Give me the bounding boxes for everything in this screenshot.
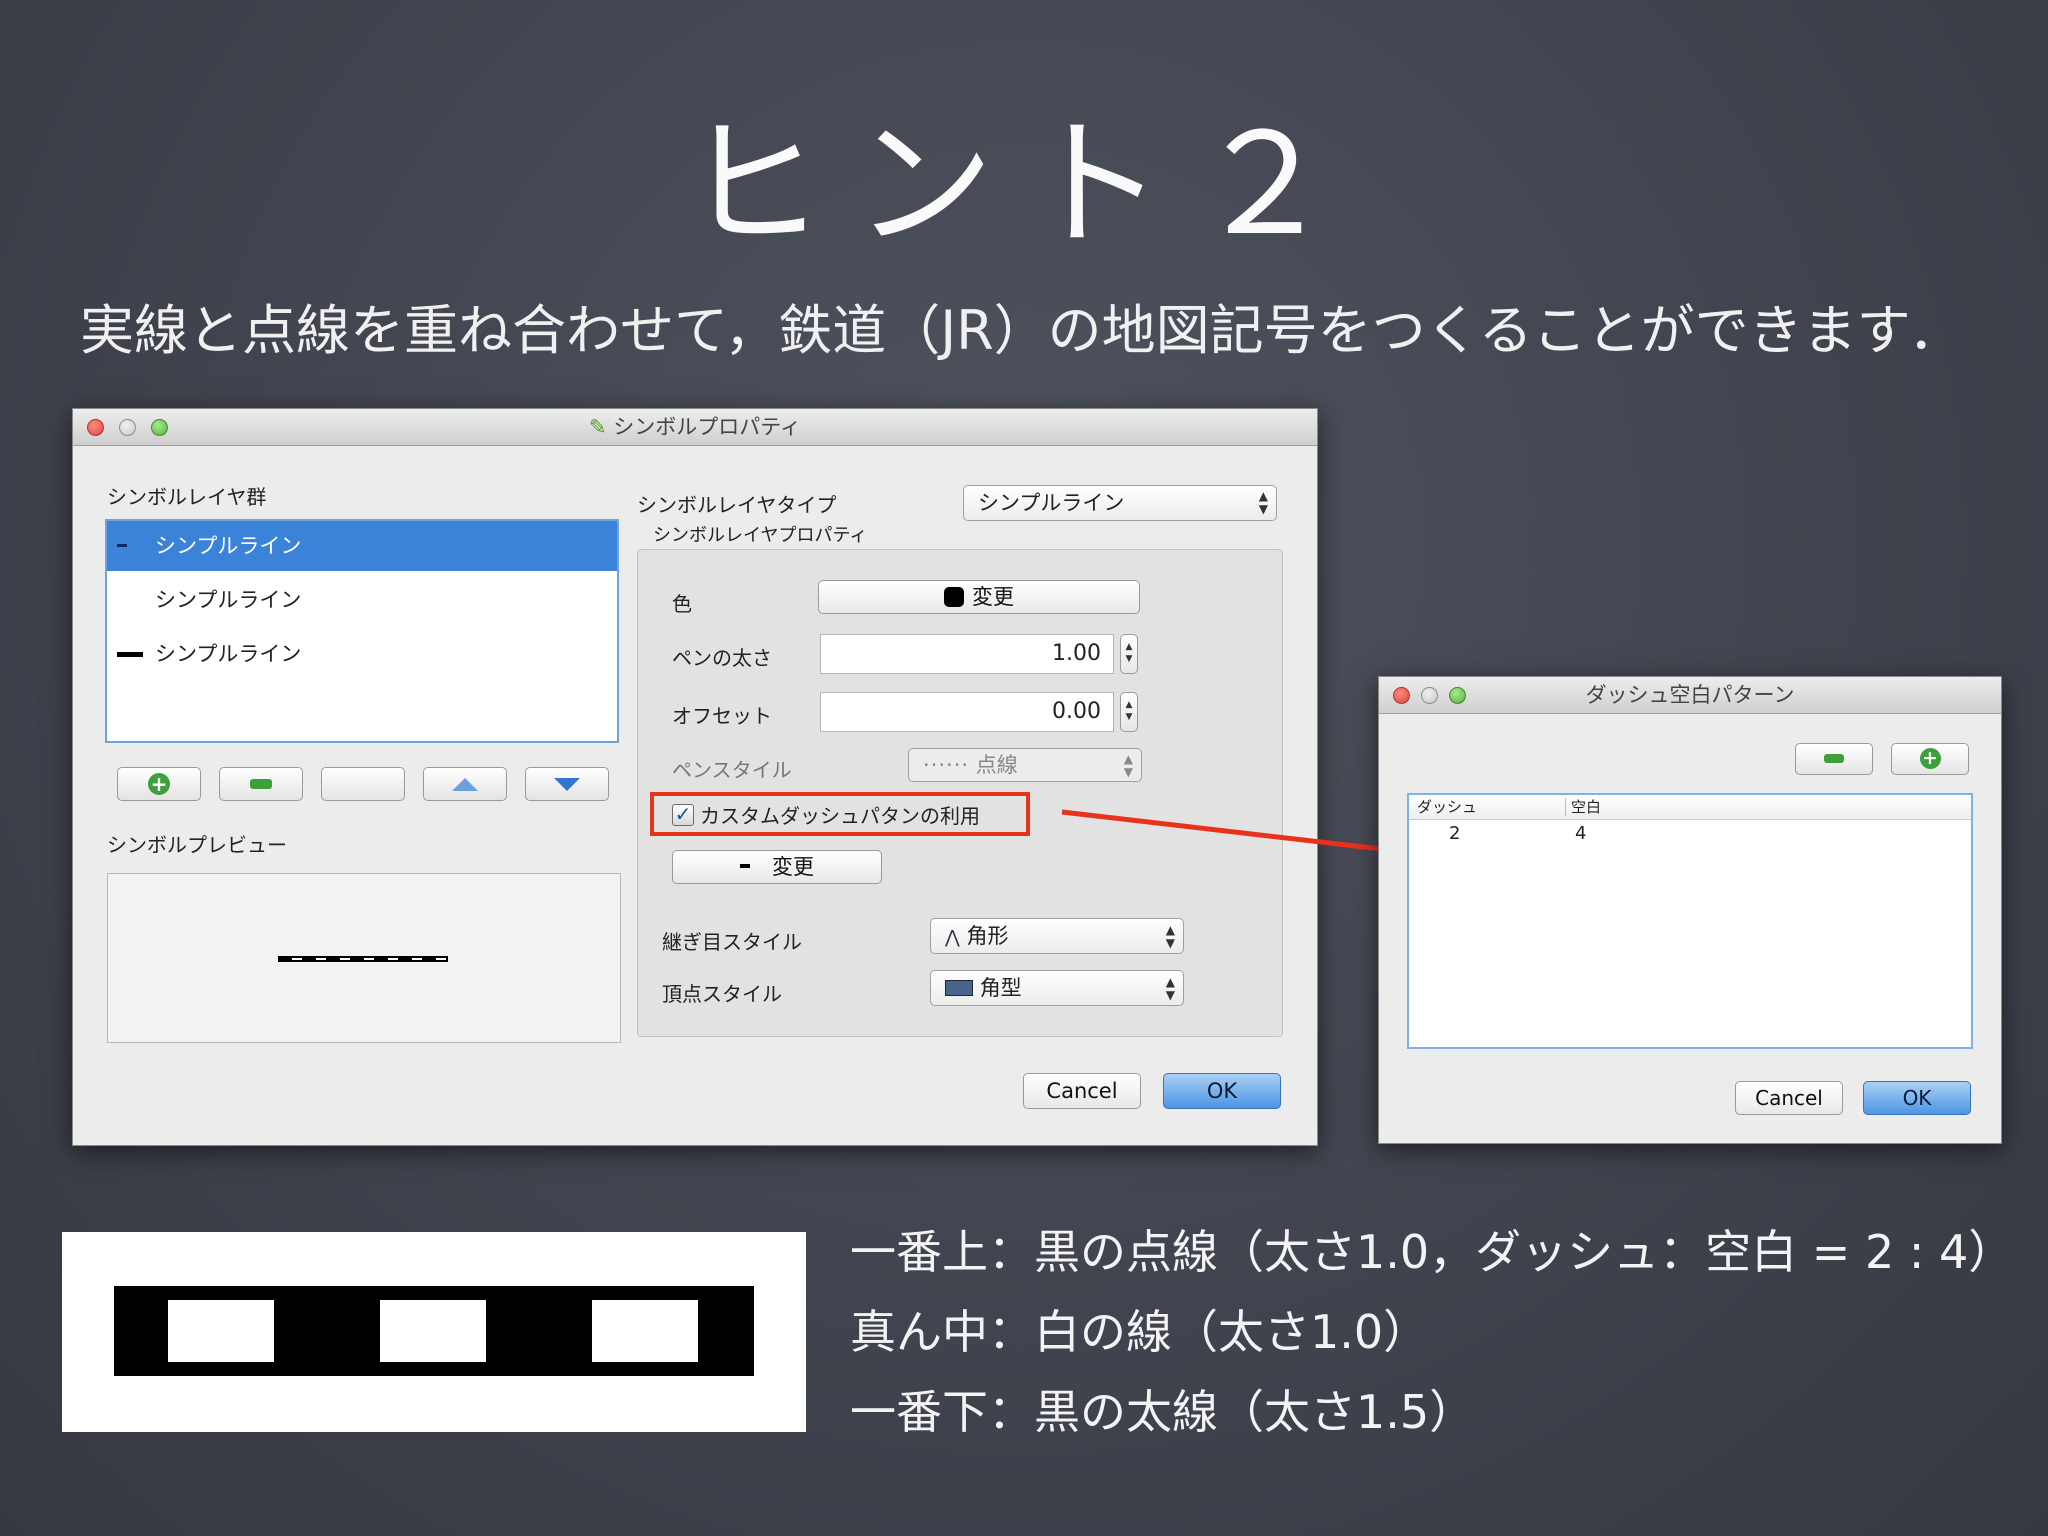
layer-properties-panel: 色 変更 ペンの太さ 1.00 ▲ ▼ オフセット 0.00 ▲ ▼ ペンスタイル …: [637, 549, 1283, 1037]
brush-icon: ✎: [588, 415, 607, 439]
preview-line-sample: [278, 956, 448, 962]
note-bottom-layer: 一番下：黒の太線（太さ1.5）: [850, 1385, 1476, 1439]
note-middle-layer: 真ん中：白の線（太さ1.0）: [850, 1305, 1430, 1359]
symbol-window-title: シンボルプロパティ: [613, 415, 802, 439]
ok-button[interactable]: OK: [1163, 1073, 1281, 1109]
move-down-button[interactable]: [525, 767, 609, 801]
zoom-window-button[interactable]: [151, 419, 168, 436]
join-style-label: 継ぎ目スタイル: [662, 930, 802, 954]
square-cap-icon: [945, 980, 973, 996]
line-sample-icon: [117, 652, 143, 657]
pen-width-field[interactable]: 1.00: [820, 634, 1114, 674]
color-swatch-icon: [944, 587, 964, 607]
cancel-button[interactable]: Cancel: [1735, 1081, 1843, 1115]
offset-field[interactable]: 0.00: [820, 692, 1114, 732]
table-row[interactable]: 2 4: [1409, 821, 1971, 847]
layer-list-item[interactable]: シンプルライン: [107, 629, 617, 679]
dash-value[interactable]: 2: [1449, 821, 1460, 847]
dash-pattern-window: ダッシュ空白パターン + ダッシュ 空白 2 4 Cancel OK: [1378, 676, 2002, 1144]
table-header: ダッシュ 空白: [1409, 795, 1971, 820]
layers-label: シンボルレイヤ群: [107, 485, 267, 509]
layer-props-label: シンボルレイヤプロパティ: [653, 525, 868, 546]
minimize-window-button[interactable]: [1421, 687, 1438, 704]
zoom-window-button[interactable]: [1449, 687, 1466, 704]
dash-window-titlebar: ダッシュ空白パターン: [1379, 677, 2001, 714]
layer-list-item[interactable]: シンプルライン: [107, 575, 617, 625]
color-label: 色: [672, 592, 692, 616]
symbol-window-titlebar: ✎ シンボルプロパティ: [73, 409, 1317, 446]
column-header-dash[interactable]: ダッシュ: [1417, 795, 1477, 819]
layer-list[interactable]: シンプルライン シンプルライン シンプルライン: [105, 519, 619, 743]
pointer-arrow: [1061, 809, 1416, 868]
space-value[interactable]: 4: [1575, 821, 1586, 847]
updown-icon: ▲ ▼: [1165, 923, 1175, 950]
layer-type-label: シンボルレイヤタイプ: [637, 493, 837, 517]
plus-icon: +: [148, 773, 170, 795]
updown-icon: ▲ ▼: [1123, 752, 1133, 779]
line-sample-icon: [117, 544, 127, 547]
pen-width-stepper[interactable]: ▲ ▼: [1120, 634, 1138, 674]
note-top-layer: 一番上：黒の点線（太さ1.0，ダッシュ：空白 = 2 : 4）: [850, 1225, 2015, 1279]
minus-icon: [1824, 754, 1844, 763]
dash-change-button[interactable]: 変更: [672, 850, 882, 884]
ok-button[interactable]: OK: [1863, 1081, 1971, 1115]
railway-symbol-sample: [62, 1232, 806, 1432]
arrow-down-icon: [554, 778, 580, 791]
layer-type-select[interactable]: シンプルライン ▲ ▼: [963, 485, 1277, 521]
arrow-up-icon: [452, 778, 478, 791]
dash-sample-icon: [740, 864, 750, 868]
dotted-line-icon: ······: [923, 753, 970, 777]
add-dash-button[interactable]: +: [1891, 743, 1969, 775]
color-change-button[interactable]: 変更: [818, 580, 1140, 614]
column-header-space[interactable]: 空白: [1571, 795, 1601, 819]
slide-title: ヒント２: [683, 104, 1364, 267]
updown-icon: ▲ ▼: [1165, 975, 1175, 1002]
slide-subtitle: 実線と点線を重ね合わせて，鉄道（JR）の地図記号をつくることができます．: [80, 299, 1963, 362]
lock-layer-button[interactable]: [321, 767, 405, 801]
custom-dash-checkbox[interactable]: ✓: [672, 804, 694, 826]
dash-window-title: ダッシュ空白パターン: [1585, 683, 1795, 707]
join-style-select[interactable]: ⋀ 角形 ▲ ▼: [930, 918, 1184, 954]
remove-dash-button[interactable]: [1795, 743, 1873, 775]
preview-label: シンボルプレビュー: [107, 833, 287, 857]
close-window-button[interactable]: [87, 419, 104, 436]
cancel-button[interactable]: Cancel: [1023, 1073, 1141, 1109]
pen-width-label: ペンの太さ: [672, 646, 772, 670]
add-layer-button[interactable]: +: [117, 767, 201, 801]
close-window-button[interactable]: [1393, 687, 1410, 704]
updown-icon: ▲ ▼: [1258, 489, 1268, 516]
offset-stepper[interactable]: ▲ ▼: [1120, 692, 1138, 732]
cap-style-select[interactable]: 角型 ▲ ▼: [930, 970, 1184, 1006]
pen-style-label: ペンスタイル: [672, 758, 792, 782]
symbol-properties-window: ✎ シンボルプロパティ シンボルレイヤ群 シンプルライン シンプルライン シンプ…: [72, 408, 1318, 1146]
pen-style-select[interactable]: ······ 点線 ▲ ▼: [908, 748, 1142, 782]
symbol-preview: [107, 873, 621, 1043]
plus-icon: +: [1919, 748, 1941, 769]
cap-style-label: 頂点スタイル: [662, 982, 782, 1006]
remove-layer-button[interactable]: [219, 767, 303, 801]
minimize-window-button[interactable]: [119, 419, 136, 436]
miter-join-icon: ⋀: [945, 927, 960, 948]
railway-line-black: [114, 1286, 754, 1376]
move-up-button[interactable]: [423, 767, 507, 801]
dash-table[interactable]: ダッシュ 空白 2 4: [1407, 793, 1973, 1049]
offset-label: オフセット: [672, 704, 772, 728]
custom-dash-label: カスタムダッシュパタンの利用: [700, 804, 980, 828]
layer-list-item[interactable]: シンプルライン: [107, 521, 617, 571]
minus-icon: [250, 779, 272, 789]
